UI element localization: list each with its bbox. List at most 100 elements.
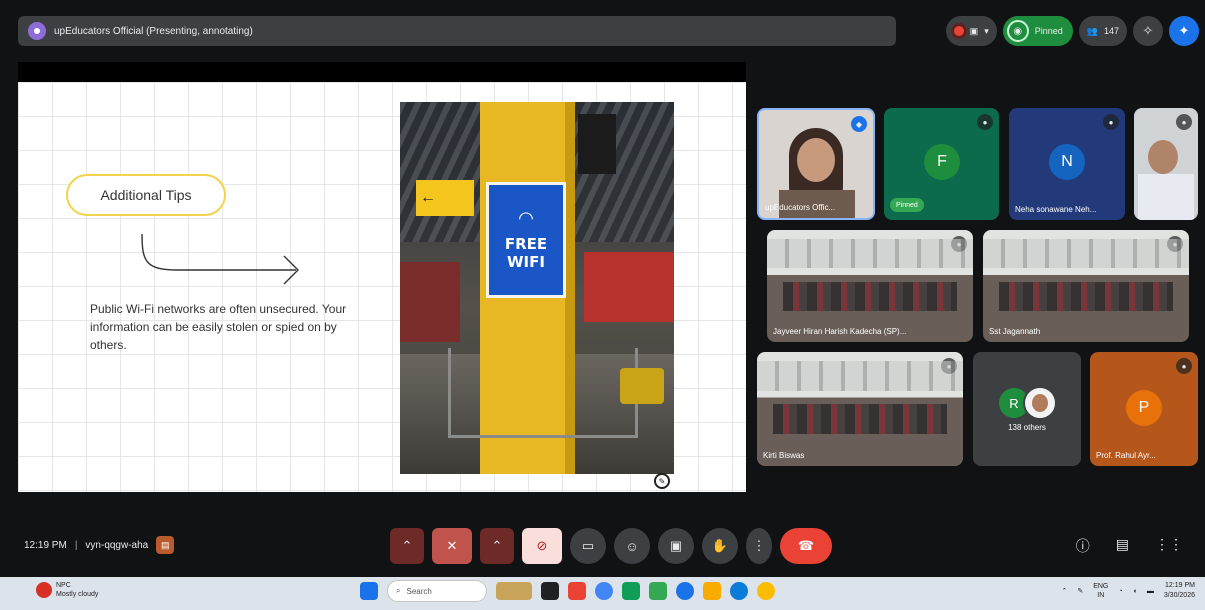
participant-name: upEducators Offic... [765,203,836,212]
left-arrow-icon: ← [420,189,436,206]
people-button[interactable]: 👥 147 [1078,16,1127,46]
participant-tile[interactable]: ● Kirti Biswas [757,352,963,466]
station-photo: ← ◠ FREE WIFI [400,102,674,474]
meeting-code: vyn-qqgw-aha [85,539,149,551]
avatar: N [1049,144,1085,180]
more-vert-icon: ⋮ [752,538,766,553]
app-icon[interactable] [622,582,640,600]
chat-icon[interactable]: ▤ [1116,536,1129,556]
leave-call-button[interactable]: ☎ [780,528,832,564]
sign-line-2: WIFI [507,253,545,271]
speaking-icon: ◆ [851,116,867,132]
mic-off-icon: ● [1176,114,1192,130]
participant-tile[interactable]: ● [1134,108,1198,220]
wifi-sign: ◠ FREE WIFI [486,182,566,298]
mic-options-button[interactable]: ⌃ [390,528,424,564]
participant-tile[interactable]: ● F Pinned [884,108,999,220]
file-explorer-icon[interactable] [703,582,721,600]
raise-hand-button[interactable]: ✋ [702,528,738,564]
effects-button[interactable]: ✧ [1133,16,1163,46]
mic-off-icon: ● [1176,358,1192,374]
pinned-toggle[interactable]: ◉ Pinned [1002,16,1073,46]
participant-tile[interactable]: ● Jayveer Hiran Harish Kadecha (SP)... [767,230,973,342]
participant-tile[interactable]: ● P Prof. Rahul Ayr... [1090,352,1198,466]
participant-name: Jayveer Hiran Harish Kadecha (SP)... [773,327,907,336]
top-right-controls: ▣ ▾ ◉ Pinned 👥 147 ✧ ✦ [945,14,1199,48]
mic-off-icon: ● [951,236,967,252]
captions-button[interactable]: ▭ [570,528,606,564]
others-count: 138 others [1008,423,1046,432]
camera-button[interactable]: ⊘ [522,528,562,564]
taskbar-search[interactable]: ⌕ Search [387,580,487,602]
separator: | [74,539,78,551]
chevron-up-icon[interactable]: ⌃ [1061,587,1067,595]
chrome-icon[interactable] [757,582,775,600]
camera-options-button[interactable]: ⌃ [480,528,514,564]
recording-control[interactable]: ▣ ▾ [945,16,997,46]
system-clock[interactable]: 12:19 PM 3/30/2026 [1164,581,1195,601]
people-icon: 👥 [1086,25,1098,36]
captions-icon: ▭ [581,538,595,553]
battery-icon[interactable]: ▬ [1147,588,1154,595]
pinned-badge: Pinned [890,198,924,212]
language-indicator[interactable]: ENG IN [1093,582,1108,600]
pinned-label: Pinned [1034,26,1063,36]
activities-icon[interactable]: ▤ [156,536,175,554]
edge-icon[interactable] [730,582,748,600]
volume-icon[interactable]: ◖ [1133,588,1137,595]
mic-off-icon: ✕ [446,538,458,553]
app-icon[interactable] [676,582,694,600]
weather-widget[interactable]: NPC Mostly cloudy [36,581,98,599]
mic-off-icon: ● [1103,114,1119,130]
speaker-graphic [578,114,616,174]
participant-tile[interactable]: ◆ upEducators Offic... [757,108,875,220]
call-end-icon: ☎ [797,538,815,553]
avatar: F [924,144,960,180]
system-tray: ⌃ ✎ ENG IN ◔ ◖ ▬ 12:19 PM 3/30/2026 [1061,581,1195,601]
camera-off-icon: ⊘ [536,538,548,553]
widget-icon[interactable] [496,582,532,600]
app-icon[interactable] [649,582,667,600]
sparkle-icon: ✧ [1142,23,1154,38]
participant-tile[interactable]: ● N Neha sonawane Neh... [1009,108,1125,220]
participant-tile[interactable]: ● Sst Jagannath [983,230,1189,342]
present-button[interactable]: ▣ [658,528,694,564]
shared-screen: Additional Tips Public Wi-Fi networks ar… [18,62,746,492]
presentation-banner: upEducators Official (Presenting, annota… [18,16,896,46]
record-icon [953,26,964,36]
weather-desc: Mostly cloudy [56,591,99,598]
youtube-icon[interactable] [568,582,586,600]
weather-temp: NPC [56,582,71,589]
tips-title: Additional Tips [66,174,226,216]
emoji-button[interactable]: ☺ [614,528,650,564]
pen-icon[interactable]: ✎ [1077,587,1083,595]
hand-icon: ✋ [711,538,729,553]
chrome-profile-icon[interactable] [595,582,613,600]
direction-sign: ← [416,180,474,216]
bag-graphic [620,368,664,404]
mic-button[interactable]: ✕ [432,528,472,564]
gemini-button[interactable]: ✦ [1169,16,1199,46]
emoji-icon: ☺ [625,538,639,554]
participant-name: Neha sonawane Neh... [1015,205,1097,214]
task-view-icon[interactable] [541,582,559,600]
gemini-icon: ✦ [1178,23,1190,38]
layout-icon: ▣ [969,25,979,36]
participant-name: Kirti Biswas [763,451,805,460]
participant-name: Prof. Rahul Ayr... [1096,451,1156,460]
apps-grid-icon[interactable]: ⋮⋮ [1155,536,1183,556]
meeting-time: 12:19 PM [24,539,67,551]
mic-off-icon: ● [941,358,957,374]
side-panel-tools: ⓘ ▤ ⋮⋮ [1076,536,1183,556]
wifi-icon: ◠ [518,208,534,228]
windows-start-icon[interactable] [360,582,378,600]
more-options-button[interactable]: ⋮ [746,528,772,564]
others-tile[interactable]: R 138 others [973,352,1081,466]
mic-off-icon: ● [1167,236,1183,252]
annotation-icon[interactable]: ✎ [654,473,670,489]
avatar-photo [1023,386,1057,420]
mic-off-icon: ● [977,114,993,130]
wifi-icon[interactable]: ◔ [1118,588,1122,595]
info-icon[interactable]: ⓘ [1076,536,1090,556]
arrow-graphic [141,233,299,285]
